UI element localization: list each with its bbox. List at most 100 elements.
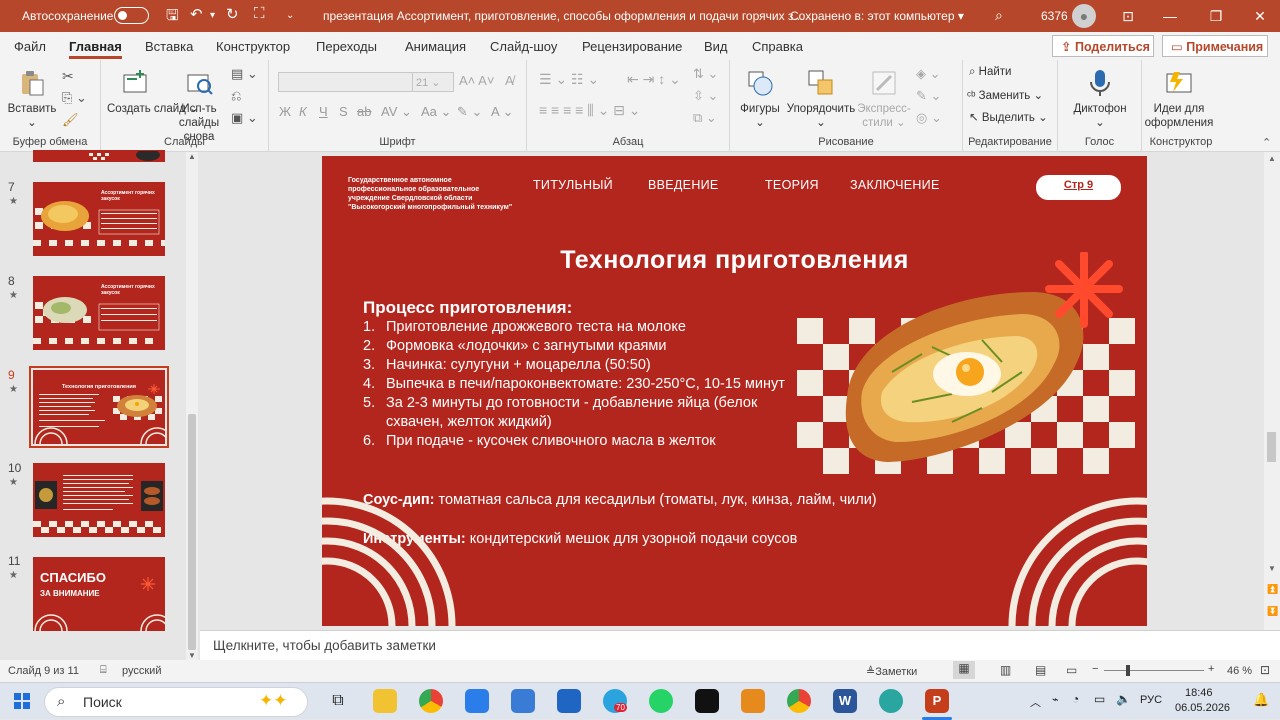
shape-fill-icon[interactable]: ◈ ⌄ bbox=[916, 66, 941, 82]
tab-slideshow[interactable]: Слайд-шоу bbox=[490, 39, 557, 54]
slide-thumbnail-7[interactable]: Ассортимент горячих закусок bbox=[33, 182, 165, 256]
redo-icon[interactable]: ↻ bbox=[226, 5, 239, 23]
collapse-ribbon-icon[interactable]: ⌃ bbox=[1262, 136, 1271, 149]
font-size-box[interactable]: 21 ⌄ bbox=[412, 72, 454, 92]
slide-scrollbar[interactable]: ▲ ▼ ⏫ ⏬ bbox=[1264, 152, 1280, 630]
select-button[interactable]: ↖ Выделить ⌄ bbox=[969, 110, 1048, 124]
undo-icon[interactable]: ↶ bbox=[190, 5, 203, 23]
windows-start-icon[interactable] bbox=[14, 693, 30, 709]
battery-icon[interactable]: ▭ bbox=[1094, 692, 1105, 706]
tab-file[interactable]: Файл bbox=[14, 39, 46, 54]
tab-help[interactable]: Справка bbox=[752, 39, 803, 54]
tab-view[interactable]: Вид bbox=[704, 39, 728, 54]
reading-view-icon[interactable]: ▤ bbox=[1035, 663, 1046, 677]
search-icon[interactable]: ⌕ bbox=[995, 7, 1003, 24]
zoom-slider-thumb[interactable] bbox=[1126, 665, 1130, 676]
align-icons[interactable]: ≡ ≡ ≡ ≡ ⫼ ⌄ ⊟ ⌄ bbox=[539, 102, 641, 119]
cut-icon[interactable]: ✂ bbox=[62, 68, 74, 85]
align-text-icon[interactable]: ⇳ ⌄ bbox=[693, 88, 718, 104]
layout-icon[interactable]: ▤ ⌄ bbox=[231, 66, 258, 82]
maximize-icon[interactable]: ❐ bbox=[1196, 4, 1236, 28]
chrome-profile-icon[interactable] bbox=[787, 689, 811, 713]
spelling-icon[interactable]: ⌸ bbox=[100, 664, 107, 677]
tab-design[interactable]: Конструктор bbox=[216, 39, 290, 54]
normal-view-icon[interactable]: ▦ bbox=[953, 661, 975, 679]
slide-sorter-icon[interactable]: ▥ bbox=[1000, 663, 1011, 677]
notion-icon[interactable] bbox=[695, 689, 719, 713]
slide-scroll-thumb[interactable] bbox=[1267, 432, 1276, 462]
network-icon[interactable]: ⌁ bbox=[1052, 693, 1059, 706]
ribbon-display-icon[interactable]: ⊡ bbox=[1108, 4, 1148, 28]
tab-home[interactable]: Главная bbox=[69, 39, 122, 59]
slide-thumbnail-6[interactable] bbox=[33, 150, 165, 162]
next-slide-icon[interactable]: ⏬ bbox=[1267, 606, 1278, 617]
notifications-icon[interactable]: 🔔 bbox=[1253, 692, 1269, 708]
fit-slide-icon[interactable]: ⊡ bbox=[1260, 663, 1270, 677]
slide-9[interactable]: Государственное автономное профессиональ… bbox=[322, 156, 1147, 626]
copy-icon[interactable]: ⎘ ⌄ bbox=[62, 90, 87, 106]
autosave-toggle[interactable] bbox=[114, 7, 149, 24]
notes-button[interactable]: ≜Заметки bbox=[866, 665, 917, 678]
app-icon[interactable] bbox=[511, 689, 535, 713]
whatsapp-icon[interactable] bbox=[649, 689, 673, 713]
shape-outline-icon[interactable]: ✎ ⌄ bbox=[916, 88, 941, 104]
slide-thumbnail-8[interactable]: Ассортимент горячих закусок bbox=[33, 276, 165, 350]
customize-quick-access-icon[interactable]: ⌄ bbox=[286, 10, 294, 21]
indent-icon[interactable]: ⇤ ⇥ ↕ ⌄ bbox=[627, 71, 681, 88]
clock-time[interactable]: 18:46 bbox=[1185, 687, 1213, 699]
save-status[interactable]: Сохранено в: этот компьютер ▾ bbox=[790, 9, 964, 23]
highlight-icon[interactable]: ✎ ⌄ bbox=[457, 104, 482, 120]
zoom-level[interactable]: 46 % bbox=[1227, 665, 1252, 677]
undo-dropdown-icon[interactable]: ▾ bbox=[210, 10, 215, 21]
strikethrough-icon[interactable]: ab bbox=[357, 104, 371, 119]
language-indicator[interactable]: русский bbox=[122, 665, 161, 677]
start-from-beginning-icon[interactable]: ⛶ bbox=[254, 5, 265, 22]
clear-format-icon[interactable]: A̸ bbox=[505, 73, 514, 88]
find-button[interactable]: ⌕ Найти bbox=[969, 66, 1011, 79]
paste-button[interactable]: Вставить ⌄ bbox=[6, 68, 58, 130]
word-icon[interactable]: W bbox=[833, 689, 857, 713]
shapes-button[interactable]: Фигуры ⌄ bbox=[738, 68, 782, 130]
share-button[interactable]: ⇪ Поделиться bbox=[1052, 35, 1154, 57]
slideshow-icon[interactable]: ▭ bbox=[1066, 663, 1077, 677]
spacing-icon[interactable]: AV ⌄ bbox=[381, 104, 412, 120]
file-explorer-icon[interactable] bbox=[373, 689, 397, 713]
scroll-up-icon[interactable]: ▲ bbox=[1268, 154, 1276, 163]
zoom-out-icon[interactable]: − bbox=[1092, 663, 1098, 675]
close-icon[interactable]: ✕ bbox=[1240, 4, 1280, 28]
design-ideas-button[interactable]: Идеи для оформления bbox=[1142, 68, 1216, 130]
sublime-icon[interactable] bbox=[741, 689, 765, 713]
reuse-slides-button[interactable]: Исп-ть слайды снова bbox=[169, 68, 229, 144]
font-name-box[interactable] bbox=[278, 72, 413, 92]
thumbnail-scroll-thumb[interactable] bbox=[188, 414, 196, 650]
tab-animations[interactable]: Анимация bbox=[405, 39, 466, 54]
slide-thumbnail-11[interactable]: СПАСИБО ЗА ВНИМАНИЕ bbox=[33, 557, 165, 631]
scroll-down-icon[interactable]: ▼ bbox=[188, 651, 196, 660]
arrange-button[interactable]: Упорядочить ⌄ bbox=[786, 68, 856, 130]
grow-font-icon[interactable]: A˄ A˅ bbox=[459, 73, 494, 88]
section-icon[interactable]: ▣ ⌄ bbox=[231, 110, 258, 126]
shadow-icon[interactable]: S bbox=[339, 104, 348, 119]
input-language[interactable]: РУС bbox=[1140, 694, 1162, 706]
taskbar-search[interactable]: ⌕ Поиск ✦✦ bbox=[44, 687, 308, 717]
shape-effects-icon[interactable]: ◎ ⌄ bbox=[916, 110, 942, 126]
bold-icon[interactable]: Ж bbox=[279, 104, 291, 119]
volume-icon[interactable]: 🔈 bbox=[1116, 692, 1131, 706]
scroll-down-icon[interactable]: ▼ bbox=[1268, 564, 1276, 573]
change-case-icon[interactable]: Aa ⌄ bbox=[421, 104, 451, 120]
store-icon[interactable] bbox=[465, 689, 489, 713]
notes-pane[interactable]: Щелкните, чтобы добавить заметки bbox=[200, 630, 1280, 660]
comments-button[interactable]: ▭ Примечания bbox=[1162, 35, 1268, 57]
bullets-icon[interactable]: ☰ ⌄ ☷ ⌄ bbox=[539, 71, 599, 88]
reset-icon[interactable]: ⎌ bbox=[231, 88, 241, 104]
previous-slide-icon[interactable]: ⏫ bbox=[1267, 584, 1278, 595]
format-painter-icon[interactable]: 🖌 bbox=[62, 112, 79, 128]
replace-button[interactable]: ᶜᵇ Заменить ⌄ bbox=[967, 88, 1043, 102]
tray-overflow-icon[interactable]: ︿ bbox=[1030, 694, 1041, 710]
tab-insert[interactable]: Вставка bbox=[145, 39, 193, 54]
thumbnail-scrollbar[interactable]: ▲ ▼ bbox=[186, 152, 198, 660]
underline-icon[interactable]: Ч bbox=[319, 104, 328, 119]
task-view-icon[interactable]: ⧉ bbox=[326, 689, 350, 713]
quick-styles-button[interactable]: Экспресс-стили ⌄ bbox=[856, 68, 912, 130]
clock-date[interactable]: 06.05.2026 bbox=[1175, 702, 1230, 714]
